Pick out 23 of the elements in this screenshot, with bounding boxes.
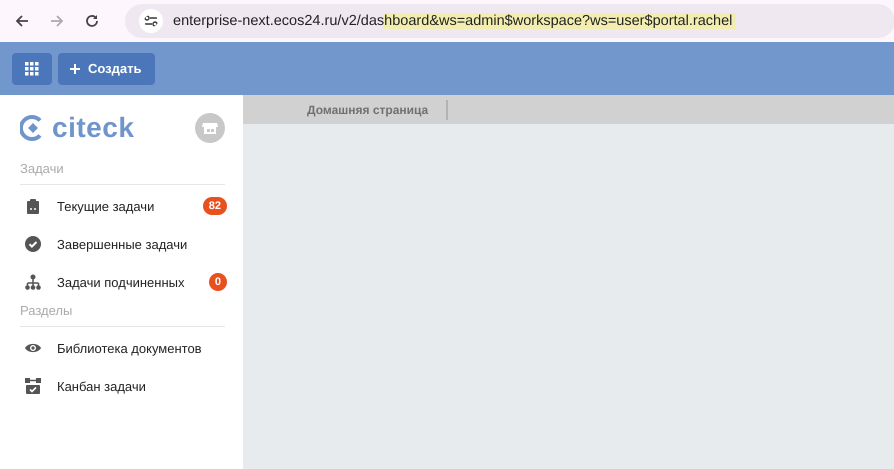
count-badge: 0 [208, 273, 227, 291]
sidebar-item[interactable]: Текущие задачи 82 [20, 187, 225, 225]
sidebar-item[interactable]: Задачи подчиненных 0 [20, 263, 225, 301]
section-title: Разделы [20, 302, 74, 320]
sidebar-item[interactable]: Библиотека документов [20, 329, 225, 367]
logo-text: citeck [52, 112, 134, 144]
reload-icon[interactable] [84, 13, 100, 29]
sidebar-item[interactable]: Завершенные задачи [20, 225, 225, 263]
clipboard-icon [25, 198, 41, 214]
section-title: Задачи [20, 160, 65, 178]
address-bar[interactable]: enterprise-next.ecos24.ru/v2/dashboard&ws=admin$workspace?ws=user$portal.rachel [125, 4, 894, 38]
hierarchy-icon [25, 274, 41, 290]
plus-icon [70, 64, 80, 74]
site-settings-icon[interactable] [139, 9, 163, 33]
count-badge: 82 [202, 197, 227, 215]
kanban-icon [25, 378, 41, 394]
back-icon[interactable] [14, 13, 30, 29]
apps-menu-button[interactable] [12, 52, 52, 84]
grid-icon [25, 62, 39, 76]
create-button[interactable]: Создать [58, 52, 156, 84]
check-circle-icon [25, 236, 41, 252]
sidebar-item[interactable]: Канбан задачи [20, 367, 225, 405]
url-text: enterprise-next.ecos24.ru/v2/dashboard&ws=admin$workspace?ws=user$portal.rachel [173, 13, 736, 29]
